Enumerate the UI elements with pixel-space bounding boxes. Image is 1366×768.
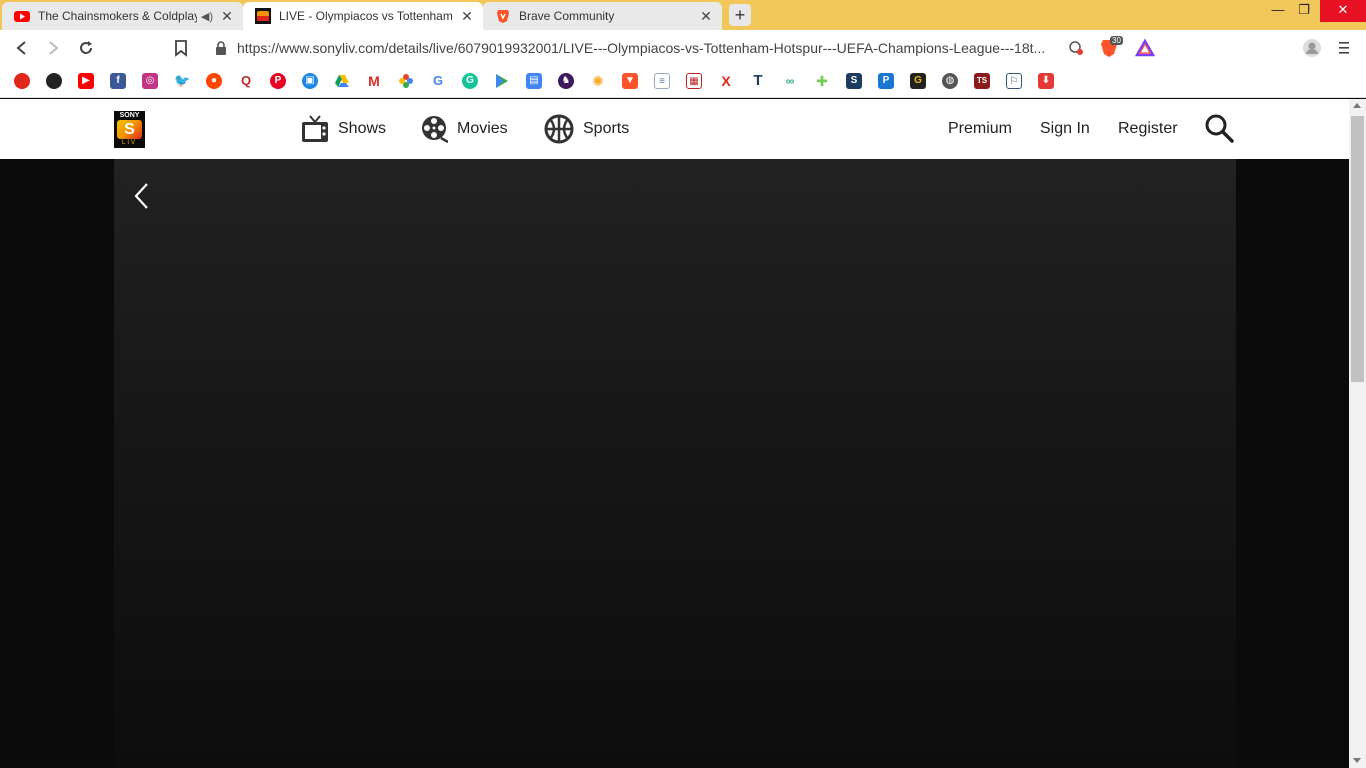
back-arrow-icon[interactable] bbox=[132, 181, 152, 211]
bookmark-binoculars-icon[interactable]: ∞ bbox=[782, 73, 798, 89]
brave-icon bbox=[497, 10, 509, 23]
scroll-up-arrow-icon[interactable] bbox=[1353, 103, 1361, 108]
bookmark-t2-icon[interactable]: T bbox=[750, 73, 766, 89]
bookmark-premier-league-icon[interactable]: ♞ bbox=[558, 73, 574, 89]
close-tab-icon[interactable]: ✕ bbox=[698, 8, 714, 25]
bookmark-plus-icon[interactable]: ✚ bbox=[814, 73, 830, 89]
search-icon[interactable] bbox=[1204, 113, 1234, 143]
speaker-icon[interactable]: ◀) bbox=[201, 10, 213, 23]
tab-sonyliv[interactable]: LIVE - Olympiacos vs Tottenham H ✕ bbox=[243, 2, 483, 30]
premium-link[interactable]: Premium bbox=[948, 120, 1012, 138]
tv-icon bbox=[302, 115, 328, 142]
close-tab-icon[interactable]: ✕ bbox=[219, 8, 235, 25]
sonyliv-logo[interactable]: SONY S LIV bbox=[114, 111, 145, 148]
new-tab-button[interactable]: + bbox=[729, 4, 751, 26]
bookmark-calendar-icon[interactable]: ▦ bbox=[686, 73, 702, 89]
bookmark-google-icon[interactable]: G bbox=[430, 73, 446, 89]
bookmark-brave-icon[interactable]: ▼ bbox=[622, 73, 638, 89]
forward-icon[interactable] bbox=[43, 38, 63, 58]
bookmark-pinterest-icon[interactable]: P bbox=[270, 73, 286, 89]
window-close-button[interactable]: ✕ bbox=[1320, 0, 1366, 22]
bookmark-ts-icon[interactable]: TS bbox=[974, 73, 990, 89]
nav-shows[interactable]: Shows bbox=[301, 113, 386, 145]
bookmark-docs-blue-icon[interactable]: ▤ bbox=[526, 73, 542, 89]
bookmark-x-icon[interactable]: X bbox=[718, 73, 734, 89]
tab-youtube[interactable]: The Chainsmokers & Coldplay ◀) ✕ bbox=[2, 2, 243, 30]
bookmark-play-icon[interactable] bbox=[494, 73, 510, 89]
blocked-content-icon[interactable] bbox=[1068, 40, 1084, 56]
tab-brave-community[interactable]: Brave Community ✕ bbox=[483, 2, 722, 30]
bookmark-rewards-icon[interactable] bbox=[14, 73, 30, 89]
bookmark-sun-icon[interactable]: ✺ bbox=[590, 73, 606, 89]
bookmark-quora-icon[interactable]: Q bbox=[238, 73, 254, 89]
site-header: SONY S LIV Shows Movies Sports Premium S… bbox=[0, 99, 1349, 159]
logo-top-text: SONY bbox=[119, 112, 140, 119]
sign-in-link[interactable]: Sign In bbox=[1040, 120, 1090, 138]
bookmark-twitter-icon[interactable]: 🐦 bbox=[174, 73, 190, 89]
brave-shields-button[interactable]: 30 bbox=[1100, 36, 1123, 60]
restore-button[interactable]: ❐ bbox=[1289, 0, 1319, 22]
nav-sports-label: Sports bbox=[583, 120, 630, 137]
bookmark-photos-icon[interactable] bbox=[398, 73, 414, 89]
bookmark-download-icon[interactable]: ⬇ bbox=[1038, 73, 1054, 89]
tab-title: Brave Community bbox=[519, 9, 615, 23]
brave-rewards-icon[interactable] bbox=[1135, 38, 1155, 58]
nav-movies-label: Movies bbox=[457, 120, 508, 137]
back-icon[interactable] bbox=[12, 38, 32, 58]
nav-sports[interactable]: Sports bbox=[544, 113, 629, 145]
browser-toolbar: https://www.sonyliv.com/details/live/607… bbox=[0, 30, 1366, 66]
tab-strip: The Chainsmokers & Coldplay ◀) ✕ LIVE - … bbox=[0, 0, 1366, 30]
bookmark-p-icon[interactable]: P bbox=[878, 73, 894, 89]
close-tab-icon[interactable]: ✕ bbox=[459, 8, 475, 25]
nav-movies[interactable]: Movies bbox=[421, 113, 508, 145]
youtube-icon bbox=[14, 11, 30, 22]
bookmark-reddit-icon[interactable]: ● bbox=[206, 73, 222, 89]
film-reel-icon bbox=[422, 116, 448, 143]
bookmark-youtube-icon[interactable]: ▶ bbox=[78, 73, 94, 89]
scrollbar-thumb[interactable] bbox=[1351, 116, 1364, 382]
scroll-down-arrow-icon[interactable] bbox=[1353, 758, 1361, 763]
tab-title: LIVE - Olympiacos vs Tottenham H bbox=[279, 9, 453, 23]
lock-icon[interactable] bbox=[215, 40, 227, 56]
bookmark-document-icon[interactable]: ≡ bbox=[654, 73, 670, 89]
web-page: SONY S LIV Shows Movies Sports Premium S… bbox=[0, 99, 1349, 768]
reload-icon[interactable] bbox=[76, 38, 96, 58]
tab-title: The Chainsmokers & Coldplay bbox=[38, 9, 197, 23]
bookmark-g-icon[interactable]: G bbox=[910, 73, 926, 89]
bookmark-grammarly-icon[interactable]: G bbox=[462, 73, 478, 89]
bookmark-drive-icon[interactable] bbox=[334, 73, 350, 89]
sonyliv-icon bbox=[255, 8, 271, 24]
video-player[interactable] bbox=[114, 159, 1236, 768]
profile-avatar-icon[interactable] bbox=[1302, 38, 1322, 58]
logo-mark: S bbox=[117, 120, 142, 139]
bookmark-globe-icon[interactable]: ◍ bbox=[942, 73, 958, 89]
url-text[interactable]: https://www.sonyliv.com/details/live/607… bbox=[237, 40, 1067, 56]
menu-icon[interactable] bbox=[1334, 38, 1354, 58]
bookmark-instagram-icon[interactable]: ◎ bbox=[142, 73, 158, 89]
nav-shows-label: Shows bbox=[338, 120, 387, 137]
bookmark-runner-icon[interactable]: ⚐ bbox=[1006, 73, 1022, 89]
shield-count-badge: 30 bbox=[1110, 36, 1123, 45]
bookmark-s-icon[interactable]: S bbox=[846, 73, 862, 89]
page-scrollbar[interactable] bbox=[1349, 99, 1366, 768]
register-link[interactable]: Register bbox=[1118, 120, 1178, 138]
logo-bottom-text: LIV bbox=[121, 140, 137, 146]
bookmark-gmail-icon[interactable]: M bbox=[366, 73, 382, 89]
bookmarks-bar: ▶ f ◎ 🐦 ● Q P ▣ M G G ▤ ♞ ✺ ▼ ≡ ▦ X T ∞ … bbox=[0, 66, 1366, 98]
basketball-icon bbox=[544, 114, 574, 144]
bookmark-threads-icon[interactable] bbox=[46, 73, 62, 89]
bookmark-icon[interactable] bbox=[171, 38, 191, 58]
bookmark-facebook-icon[interactable]: f bbox=[110, 73, 126, 89]
address-bar[interactable]: https://www.sonyliv.com/details/live/607… bbox=[203, 34, 1161, 62]
bookmark-meet-icon[interactable]: ▣ bbox=[302, 73, 318, 89]
